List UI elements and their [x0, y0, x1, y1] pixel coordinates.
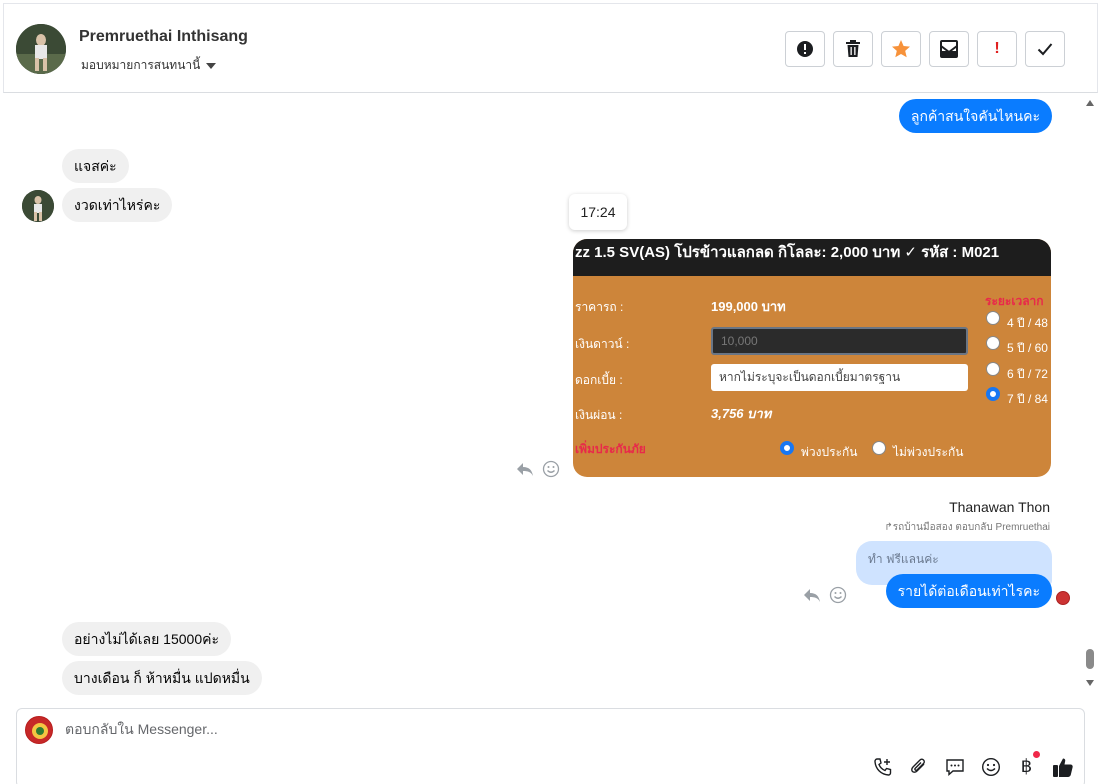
shared-image-card[interactable]: zz 1.5 SV(AS) โปรข้าวแลกลด กิโลละ: 2,000… [573, 239, 1051, 477]
period-radio [986, 311, 1000, 325]
incoming-message: แจสค่ะ [62, 149, 129, 183]
down-payment-label: เงินดาวน์ : [575, 337, 630, 351]
period-label: ระยะเวลาก [985, 294, 1044, 308]
loan-calculator-image: ราคารถ : 199,000 บาท เงินดาวน์ : 10,000 … [573, 276, 1051, 477]
conversation-header: Premruethai Inthisang มอบหมายการสนทนานี้… [3, 3, 1098, 93]
report-button[interactable] [785, 31, 825, 67]
outgoing-message: ลูกค้าสนใจคันไหนคะ [898, 99, 1052, 133]
payment-button[interactable]: ฿ [1015, 751, 1040, 778]
period-option: 5 ปี / 60 [1007, 341, 1048, 355]
period-radio [986, 336, 1000, 350]
saved-replies-button[interactable] [943, 755, 966, 778]
sender-name: Thanawan Thon [949, 499, 1050, 515]
notification-dot [1033, 751, 1040, 758]
thread-scrollbar[interactable] [1082, 94, 1098, 698]
assign-label: มอบหมายการสนทนานี้ [81, 58, 201, 72]
insurance-label: เพิ่มประกันภัย [575, 442, 646, 456]
priority-label: ! [994, 40, 1000, 57]
reply-icon[interactable] [803, 587, 821, 603]
attach-button[interactable] [907, 755, 930, 778]
insurance-yes-radio [780, 441, 794, 455]
phone-plus-icon [873, 757, 891, 776]
message-composer: ฿ [16, 708, 1085, 784]
period-option: 7 ปี / 84 [1007, 392, 1048, 406]
contact-avatar[interactable] [16, 24, 66, 74]
reply-arrow-icon: ↱ [884, 522, 893, 533]
message-hover-actions [803, 586, 847, 604]
card-title: zz 1.5 SV(AS) โปรข้าวแลกลด กิโลละ: 2,000… [573, 239, 1051, 276]
contact-avatar-small [22, 190, 54, 222]
page-avatar [25, 716, 53, 744]
price-value: 199,000 บาท [711, 299, 786, 314]
envelope-icon [940, 40, 958, 58]
insurance-yes-label: พ่วงประกัน [801, 445, 858, 459]
mark-unread-button[interactable] [929, 31, 969, 67]
scroll-thumb[interactable] [1086, 649, 1094, 669]
composer-toolbar: ฿ [871, 751, 1074, 778]
period-option: 6 ปี / 72 [1007, 367, 1048, 381]
thumbs-up-icon [1052, 758, 1073, 777]
react-smiley-icon[interactable] [829, 586, 847, 604]
call-button[interactable] [871, 755, 894, 778]
seen-avatar [1056, 591, 1070, 605]
price-label: ราคารถ : [575, 300, 624, 314]
contact-name: Premruethai Inthisang [79, 28, 248, 45]
message-hover-actions [516, 460, 560, 478]
action-toolbar: ! [785, 31, 1065, 67]
interest-field: หากไม่ระบุจะเป็นดอกเบี้ยมาตรฐาน [711, 364, 968, 391]
smiley-icon [981, 757, 1000, 776]
installment-label: เงินผ่อน : [575, 408, 623, 422]
scroll-up-arrow-icon[interactable] [1086, 100, 1094, 106]
outgoing-message: รายได้ต่อเดือนเท่าไรคะ [885, 574, 1052, 608]
priority-button[interactable]: ! [977, 31, 1017, 67]
message-thread: ลูกค้าสนใจคันไหนคะ แจสค่ะ งวดเท่าไหร่คะ … [0, 94, 1082, 698]
react-smiley-icon[interactable] [542, 460, 560, 478]
incoming-message: อย่างไม่ได้เลย 15000ค่ะ [62, 622, 231, 656]
alert-circle-icon [797, 41, 813, 57]
check-icon [1037, 43, 1053, 56]
emoji-button[interactable] [979, 755, 1002, 778]
timestamp-tooltip: 17:24 [569, 194, 627, 230]
paperclip-icon [910, 758, 925, 773]
caret-down-icon [206, 62, 217, 69]
like-button[interactable] [1051, 755, 1074, 778]
down-payment-field: 10,000 [711, 327, 968, 355]
period-radio-selected [986, 387, 1000, 401]
period-radio [986, 362, 1000, 376]
interest-label: ดอกเบี้ย : [575, 373, 623, 387]
installment-value: 3,756 บาท [711, 406, 772, 421]
done-button[interactable] [1025, 31, 1065, 67]
message-input[interactable] [65, 721, 965, 737]
reply-meta: ↱รถบ้านมือสอง ตอบกลับ Premruethai [884, 520, 1050, 535]
reply-icon[interactable] [516, 461, 534, 477]
assign-conversation-dropdown[interactable]: มอบหมายการสนทนานี้ [81, 56, 217, 75]
insurance-no-label: ไม่พ่วงประกัน [893, 445, 964, 459]
reply-meta-text: รถบ้านมือสอง ตอบกลับ Premruethai [892, 522, 1050, 533]
insurance-no-radio [872, 441, 886, 455]
trash-icon [846, 40, 860, 57]
scroll-down-arrow-icon[interactable] [1086, 680, 1094, 686]
delete-button[interactable] [833, 31, 873, 67]
chat-bubble-icon [945, 758, 964, 776]
star-button[interactable] [881, 31, 921, 67]
incoming-message: งวดเท่าไหร่คะ [62, 188, 173, 222]
incoming-message: บางเดือน ก็ ห้าหมื่น แปดหมื่น [62, 661, 262, 695]
period-option: 4 ปี / 48 [1007, 316, 1048, 330]
star-icon [892, 40, 910, 58]
baht-icon: ฿ [1020, 756, 1033, 776]
